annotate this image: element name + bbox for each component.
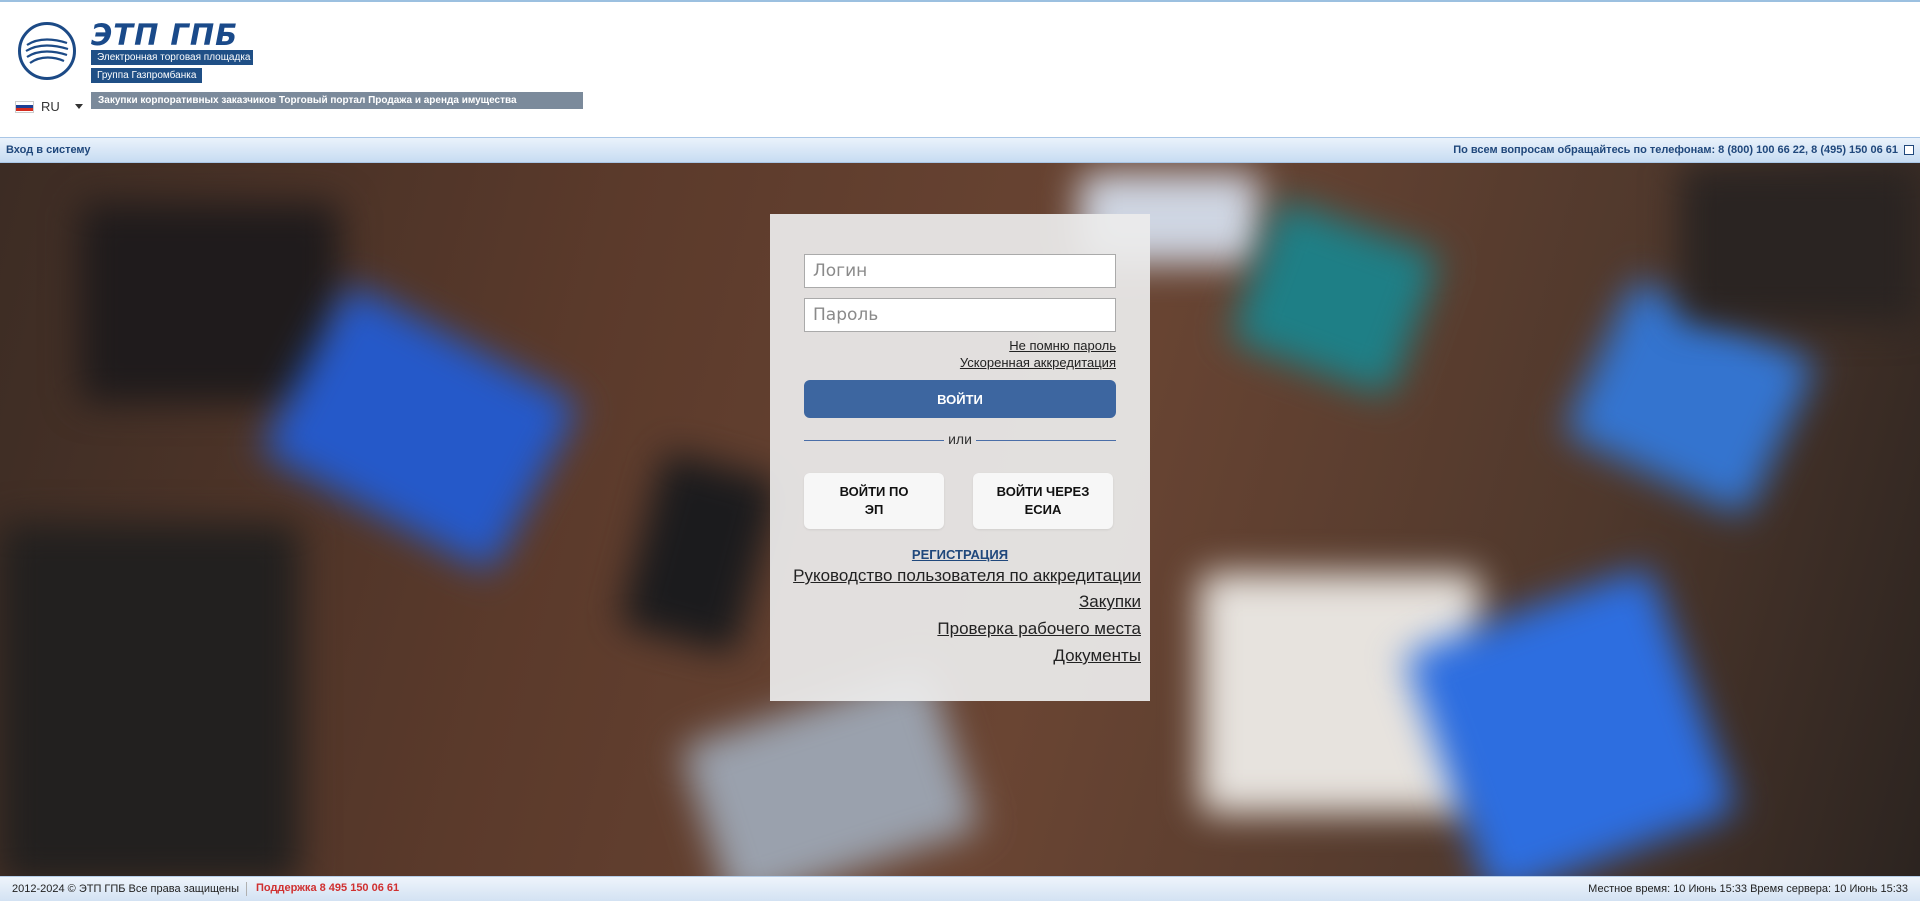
copyright-text: 2012-2024 © ЭТП ГПБ Все права защищены xyxy=(12,883,240,895)
login-nav-link[interactable]: Вход в систему xyxy=(6,144,91,156)
support-phones: По всем вопросам обращайтесь по телефона… xyxy=(1453,144,1898,156)
russia-flag-icon xyxy=(15,100,34,113)
purchases-link[interactable]: Закупки xyxy=(1079,592,1141,612)
or-divider: или xyxy=(804,431,1116,448)
documents-link[interactable]: Документы xyxy=(1053,646,1141,666)
chevron-down-icon xyxy=(74,104,83,109)
time-info: Местное время: 10 Июнь 15:33 Время серве… xyxy=(1588,883,1908,895)
fast-accreditation-link[interactable]: Ускоренная аккредитация xyxy=(960,355,1116,370)
brand-tagline: Электронная торговая площадка xyxy=(91,50,253,65)
login-input[interactable] xyxy=(804,254,1116,288)
divider-line-right xyxy=(976,440,1116,441)
language-code: RU xyxy=(41,99,60,114)
or-label: или xyxy=(948,431,972,447)
brand-group: Группа Газпромбанка xyxy=(91,68,203,83)
login-card: Не помню пароль Ускоренная аккредитация … xyxy=(770,214,1150,701)
password-input[interactable] xyxy=(804,298,1116,332)
navbar: Вход в систему По всем вопросам обращайт… xyxy=(0,137,1920,163)
login-ep-button[interactable]: ВОЙТИ ПО ЭП xyxy=(804,473,944,529)
forgot-password-link[interactable]: Не помню пароль xyxy=(1009,338,1116,353)
gazprombank-logo-icon[interactable] xyxy=(18,22,76,80)
language-selector[interactable]: RU xyxy=(15,99,83,114)
login-esia-button[interactable]: ВОЙТИ ЧЕРЕЗ ЕСИА xyxy=(973,473,1113,529)
workplace-check-link[interactable]: Проверка рабочего места xyxy=(937,619,1141,639)
header: ЭТП ГПБ Электронная торговая площадка Гр… xyxy=(0,2,1920,136)
portal-sections-bar[interactable]: Закупки корпоративных заказчиков Торговы… xyxy=(91,92,583,109)
registration-link[interactable]: РЕГИСТРАЦИЯ xyxy=(770,547,1150,562)
brand-title: ЭТП ГПБ xyxy=(91,18,239,52)
maximize-icon[interactable] xyxy=(1904,145,1914,155)
footer-divider xyxy=(246,882,247,896)
footer: 2012-2024 © ЭТП ГПБ Все права защищены П… xyxy=(0,876,1920,901)
support-phone: Поддержка 8 495 150 06 61 xyxy=(256,882,400,894)
login-button[interactable]: ВОЙТИ xyxy=(804,380,1116,418)
accreditation-guide-link[interactable]: Руководство пользователя по аккредитации xyxy=(793,566,1141,586)
